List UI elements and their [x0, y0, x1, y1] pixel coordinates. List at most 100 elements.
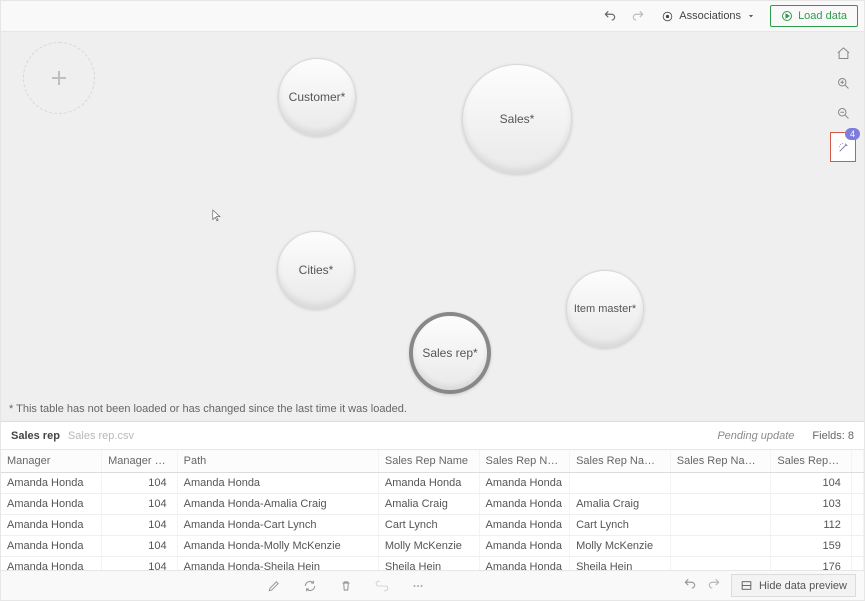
table-cell: 176: [771, 556, 852, 570]
table-cell: [670, 535, 771, 556]
table-row[interactable]: Amanda Honda104Amanda HondaAmanda HondaA…: [1, 472, 864, 493]
table-cell: Amalia Craig: [570, 493, 671, 514]
more-button[interactable]: [410, 578, 426, 594]
table-cell: [570, 472, 671, 493]
table-cell: 104: [771, 472, 852, 493]
canvas-side-controls: 4: [830, 42, 856, 162]
redo-button[interactable]: [629, 7, 647, 25]
bubble-label: Sales rep*: [422, 346, 477, 360]
bubble-sales-rep[interactable]: Sales rep*: [409, 312, 491, 394]
table-cell: 112: [771, 514, 852, 535]
table-cell: Amanda Honda: [378, 472, 479, 493]
table-cell: [670, 514, 771, 535]
col-path[interactable]: Path: [177, 450, 378, 472]
col-scroll-gutter: [851, 450, 863, 472]
associations-dropdown[interactable]: Associations: [657, 10, 760, 23]
table-cell: 104: [102, 472, 177, 493]
table-cell: Amanda Honda-Sheila Hein: [177, 556, 378, 570]
table-row[interactable]: Amanda Honda104Amanda Honda-Molly McKenz…: [1, 535, 864, 556]
recommendations-badge: 4: [845, 128, 860, 140]
table-cell: [851, 472, 863, 493]
preview-table: Manager Manager Nu… Path Sales Rep Name …: [1, 450, 864, 570]
zoom-out-button[interactable]: [832, 102, 854, 124]
refresh-button[interactable]: [302, 578, 318, 594]
hide-preview-label: Hide data preview: [759, 580, 847, 592]
table-cell: Amanda Honda: [1, 493, 102, 514]
home-zoom-button[interactable]: [832, 42, 854, 64]
add-table-button[interactable]: [23, 42, 95, 114]
table-cell: Amanda Honda: [479, 535, 570, 556]
col-salesrep-id[interactable]: Sales Rep ID: [771, 450, 852, 472]
zoom-in-button[interactable]: [832, 72, 854, 94]
mouse-cursor-icon: [211, 208, 223, 224]
unlink-button[interactable]: [374, 578, 390, 594]
table-cell: Sheila Hein: [378, 556, 479, 570]
recommendations-button[interactable]: 4: [830, 132, 856, 162]
bubble-label: Sales*: [500, 112, 535, 126]
table-cell: Cart Lynch: [570, 514, 671, 535]
col-salesrep-name[interactable]: Sales Rep Name: [378, 450, 479, 472]
table-cell: 104: [102, 514, 177, 535]
table-cell: Amalia Craig: [378, 493, 479, 514]
table-cell: [851, 493, 863, 514]
panel-icon: [740, 579, 753, 592]
table-cell: Amanda Honda-Cart Lynch: [177, 514, 378, 535]
bubble-cities[interactable]: Cities*: [277, 231, 355, 309]
table-cell: 103: [771, 493, 852, 514]
preview-table-name: Sales rep: [11, 430, 60, 442]
col-salesrep-name2[interactable]: Sales Rep Name2: [570, 450, 671, 472]
table-row[interactable]: Amanda Honda104Amanda Honda-Sheila HeinS…: [1, 556, 864, 570]
table-row[interactable]: Amanda Honda104Amanda Honda-Cart LynchCa…: [1, 514, 864, 535]
table-cell: [851, 535, 863, 556]
table-cell: Amanda Honda: [479, 493, 570, 514]
hide-data-preview-button[interactable]: Hide data preview: [731, 574, 856, 597]
preview-pending-label: Pending update: [717, 430, 794, 442]
undo-button[interactable]: [601, 7, 619, 25]
bottom-center-tools: [266, 578, 426, 594]
play-circle-icon: [781, 10, 793, 22]
table-cell: Amanda Honda: [479, 514, 570, 535]
bubble-label: Item master*: [574, 303, 636, 315]
table-row[interactable]: Amanda Honda104Amanda Honda-Amalia Craig…: [1, 493, 864, 514]
table-cell: Molly McKenzie: [378, 535, 479, 556]
col-salesrep-name3[interactable]: Sales Rep Name3: [670, 450, 771, 472]
delete-button[interactable]: [338, 578, 354, 594]
wand-icon: [837, 141, 850, 154]
table-cell: [851, 514, 863, 535]
undo-preview-button[interactable]: [683, 577, 697, 594]
table-cell: Amanda Honda: [1, 535, 102, 556]
table-cell: 104: [102, 493, 177, 514]
associations-label: Associations: [679, 10, 741, 22]
bottom-toolbar: Hide data preview: [1, 570, 864, 600]
bubble-label: Customer*: [289, 90, 346, 104]
table-cell: [851, 556, 863, 570]
table-cell: Amanda Honda: [1, 472, 102, 493]
table-cell: Amanda Honda: [1, 514, 102, 535]
table-cell: 104: [102, 556, 177, 570]
preview-file-name: Sales rep.csv: [68, 430, 134, 442]
bubble-item-master[interactable]: Item master*: [566, 270, 644, 348]
load-data-button[interactable]: Load data: [770, 5, 858, 27]
table-cell: [670, 556, 771, 570]
bubble-customer[interactable]: Customer*: [278, 58, 356, 136]
bubble-label: Cities*: [299, 263, 334, 277]
table-cell: Molly McKenzie: [570, 535, 671, 556]
table-cell: 159: [771, 535, 852, 556]
table-cell: Amanda Honda: [479, 472, 570, 493]
chevron-down-icon: [746, 11, 756, 21]
col-salesrep-name1[interactable]: Sales Rep Name1: [479, 450, 570, 472]
preview-header: Sales rep Sales rep.csv Pending update F…: [1, 422, 864, 450]
table-cell: Amanda Honda: [1, 556, 102, 570]
table-header-row: Manager Manager Nu… Path Sales Rep Name …: [1, 450, 864, 472]
edit-button[interactable]: [266, 578, 282, 594]
col-manager[interactable]: Manager: [1, 450, 102, 472]
redo-preview-button[interactable]: [707, 577, 721, 594]
canvas-footnote: * This table has not been loaded or has …: [9, 403, 407, 415]
associations-canvas[interactable]: Customer* Sales* Cities* Sales rep* Item…: [1, 32, 864, 422]
col-manager-no[interactable]: Manager Nu…: [102, 450, 177, 472]
table-cell: Amanda Honda: [177, 472, 378, 493]
preview-fields-count: Fields: 8: [812, 430, 854, 442]
table-cell: Cart Lynch: [378, 514, 479, 535]
bubble-sales[interactable]: Sales*: [462, 64, 572, 174]
load-data-label: Load data: [798, 10, 847, 22]
